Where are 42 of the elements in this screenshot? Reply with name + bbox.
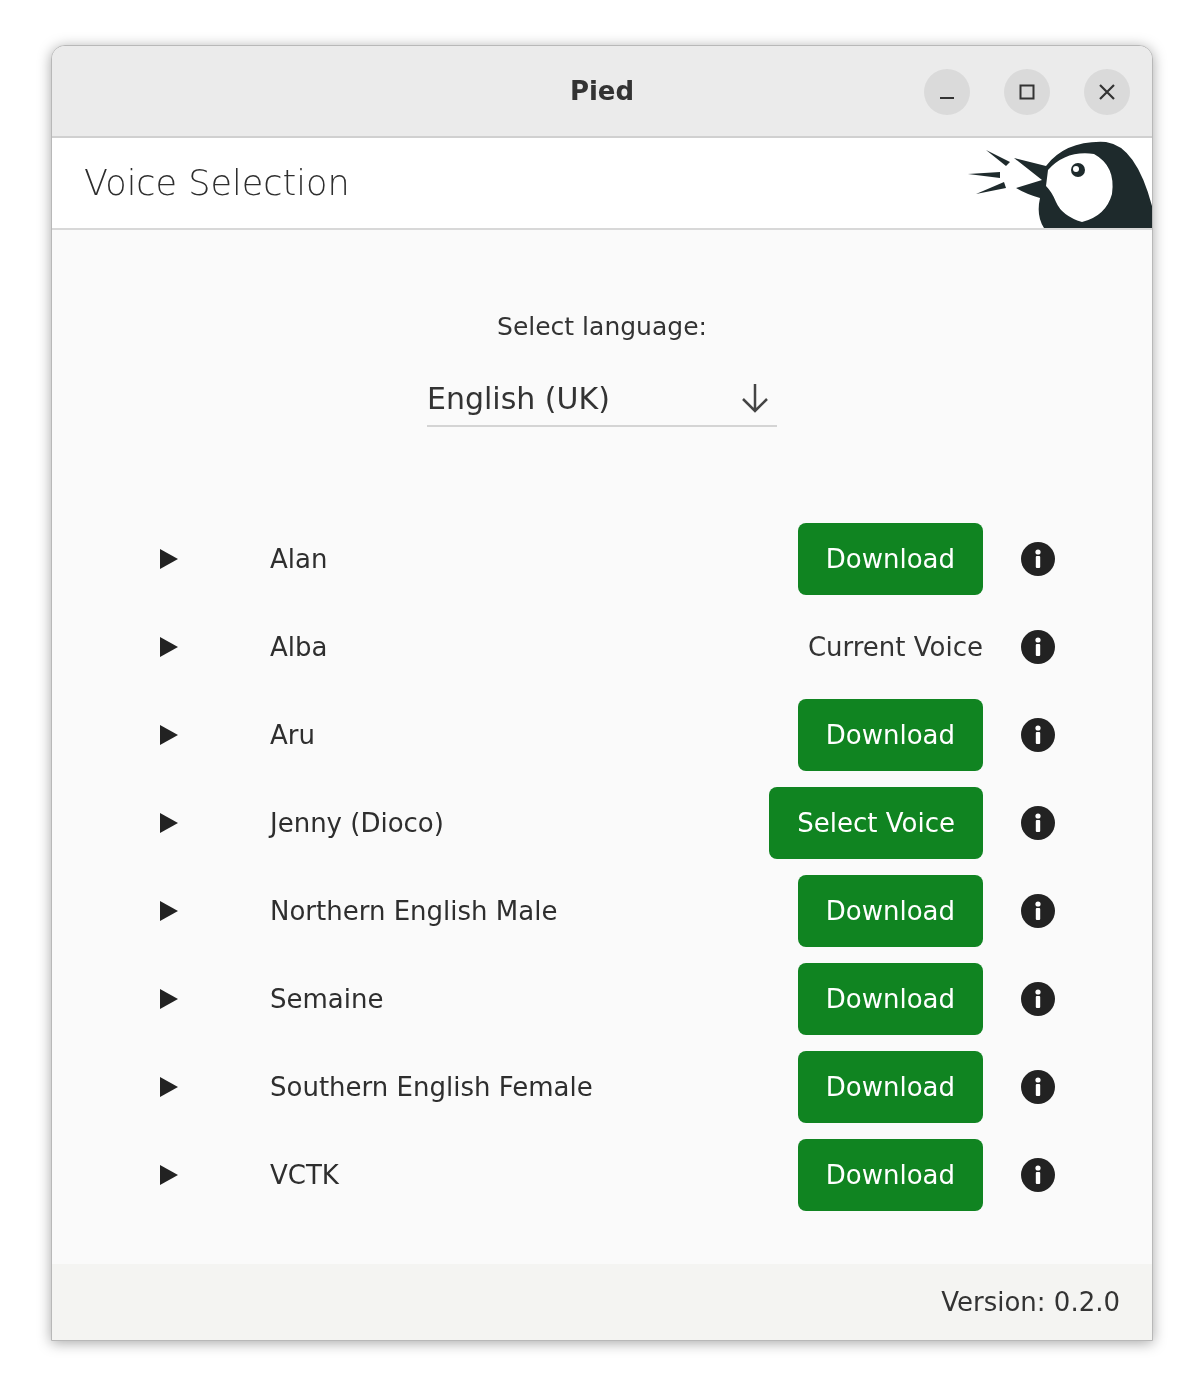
voice-action-button[interactable]: Select Voice bbox=[769, 787, 983, 859]
play-icon[interactable] bbox=[158, 1163, 180, 1187]
voice-name: Semaine bbox=[270, 984, 385, 1014]
current-voice-label: Current Voice bbox=[807, 632, 983, 662]
language-label: Select language: bbox=[497, 312, 707, 341]
voice-action-button[interactable]: Download bbox=[797, 523, 983, 595]
info-icon[interactable] bbox=[1021, 1158, 1055, 1192]
close-icon bbox=[1097, 82, 1117, 102]
voice-action-button[interactable]: Download bbox=[797, 699, 983, 771]
info-icon[interactable] bbox=[1021, 1070, 1055, 1104]
play-icon[interactable] bbox=[158, 547, 180, 571]
close-button[interactable] bbox=[1084, 69, 1130, 115]
voice-name: Jenny (Dioco) bbox=[270, 808, 445, 838]
maximize-button[interactable] bbox=[1004, 69, 1050, 115]
play-icon[interactable] bbox=[158, 987, 180, 1011]
language-dropdown[interactable]: English (UK) bbox=[427, 371, 777, 427]
play-icon[interactable] bbox=[158, 811, 180, 835]
voice-action-button[interactable]: Download bbox=[797, 1051, 983, 1123]
voice-name: Southern English Female bbox=[270, 1072, 594, 1102]
voice-name: Aru bbox=[270, 720, 316, 750]
minimize-icon bbox=[940, 97, 954, 99]
info-icon[interactable] bbox=[1021, 894, 1055, 928]
voice-action-button[interactable]: Download bbox=[797, 875, 983, 947]
info-icon[interactable] bbox=[1021, 718, 1055, 752]
voice-action-button[interactable]: Download bbox=[797, 963, 983, 1035]
page-title: Voice Selection bbox=[84, 163, 350, 203]
play-icon[interactable] bbox=[158, 635, 180, 659]
voice-name: Alan bbox=[270, 544, 329, 574]
info-icon[interactable] bbox=[1021, 542, 1055, 576]
play-icon[interactable] bbox=[158, 899, 180, 923]
voice-name: VCTK bbox=[270, 1160, 340, 1190]
maximize-icon bbox=[1017, 82, 1037, 102]
info-icon[interactable] bbox=[1021, 630, 1055, 664]
version-label: Version: 0.2.0 bbox=[941, 1287, 1120, 1317]
info-icon[interactable] bbox=[1021, 982, 1055, 1016]
voice-action-button[interactable]: Download bbox=[797, 1139, 983, 1211]
play-icon[interactable] bbox=[158, 723, 180, 747]
window-title: Pied bbox=[569, 76, 635, 106]
voice-name: Alba bbox=[270, 632, 329, 662]
info-icon[interactable] bbox=[1021, 806, 1055, 840]
voice-name: Northern English Male bbox=[270, 896, 559, 926]
play-icon[interactable] bbox=[158, 1075, 180, 1099]
